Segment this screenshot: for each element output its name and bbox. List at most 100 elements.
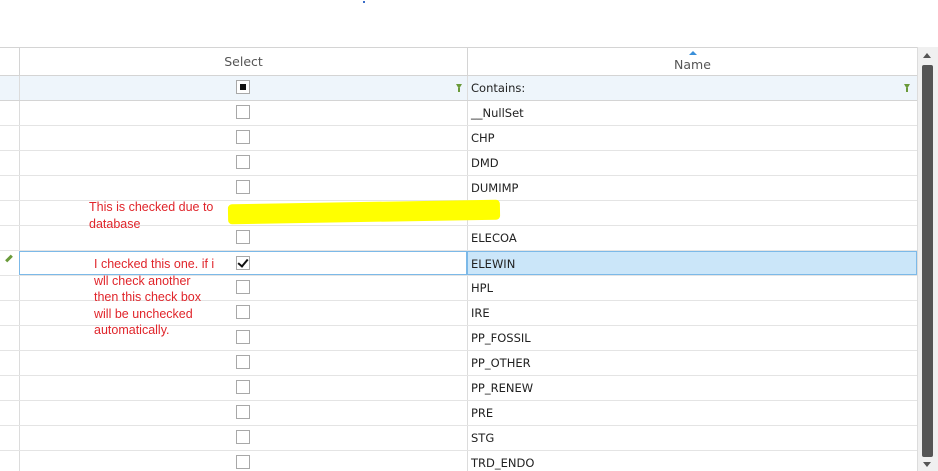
- row-checkbox[interactable]: [236, 330, 250, 344]
- select-cell: [19, 351, 467, 375]
- name-cell-text: ELECOA: [471, 231, 517, 245]
- name-cell-text: ELEWIN: [471, 257, 516, 271]
- select-cell: [19, 276, 467, 300]
- select-all-checkbox[interactable]: [236, 80, 250, 94]
- name-cell-text: __NullSet: [471, 106, 524, 120]
- name-cell[interactable]: DMD: [467, 151, 917, 175]
- edit-pencil-icon: [5, 254, 13, 263]
- grid-header: Select Name: [0, 47, 917, 76]
- table-row[interactable]: STG: [0, 426, 917, 451]
- name-cell-text: PRE: [471, 406, 494, 420]
- name-header-label: Name: [674, 57, 711, 72]
- name-cell-text: STG: [471, 431, 495, 445]
- name-cell[interactable]: HPL: [467, 276, 917, 300]
- row-indicator: [0, 376, 19, 400]
- select-column-header[interactable]: Select: [19, 48, 467, 76]
- name-cell-text: PP_OTHER: [471, 356, 531, 370]
- select-filter-funnel-icon[interactable]: [456, 84, 462, 92]
- select-cell: [19, 151, 467, 175]
- name-cell-text: PP_RENEW: [471, 381, 534, 395]
- name-cell[interactable]: PP_FOSSIL: [467, 326, 917, 350]
- name-cell-text: CHP: [471, 131, 495, 145]
- name-cell[interactable]: IRE: [467, 301, 917, 325]
- scroll-down-arrow-icon[interactable]: [923, 462, 931, 467]
- table-row[interactable]: CHP: [0, 126, 917, 151]
- row-indicator: [0, 451, 19, 471]
- table-row[interactable]: DUMIMP: [0, 176, 917, 201]
- row-indicator: [0, 251, 19, 275]
- select-cell: [19, 426, 467, 450]
- table-row[interactable]: PRE: [0, 401, 917, 426]
- row-checkbox[interactable]: [236, 380, 250, 394]
- row-checkbox[interactable]: [236, 430, 250, 444]
- scrollbar-thumb[interactable]: [922, 65, 933, 457]
- name-cell[interactable]: PRE: [467, 401, 917, 425]
- select-cell: [19, 401, 467, 425]
- name-cell-text: TRD_ENDO: [471, 456, 535, 470]
- name-cell[interactable]: PP_OTHER: [467, 351, 917, 375]
- select-cell: [19, 451, 467, 471]
- scroll-up-arrow-icon[interactable]: [923, 53, 931, 58]
- row-indicator: [0, 101, 19, 125]
- row-checkbox[interactable]: [236, 405, 250, 419]
- name-cell-text: HPL: [471, 281, 493, 295]
- name-cell[interactable]: __NullSet: [467, 101, 917, 125]
- select-cell: [19, 326, 467, 350]
- select-cell: [19, 301, 467, 325]
- name-filter-funnel-icon[interactable]: [904, 84, 910, 92]
- row-indicator: [0, 401, 19, 425]
- row-checkbox[interactable]: [236, 230, 250, 244]
- name-filter-cell[interactable]: Contains:: [467, 76, 917, 100]
- name-cell[interactable]: ELECOA: [467, 226, 917, 250]
- row-checkbox[interactable]: [236, 155, 250, 169]
- row-checkbox[interactable]: [236, 105, 250, 119]
- name-cell-text: IRE: [471, 306, 490, 320]
- select-cell: [19, 376, 467, 400]
- row-indicator: [0, 276, 19, 300]
- row-indicator: [0, 426, 19, 450]
- select-filter-cell: [19, 76, 467, 100]
- name-cell[interactable]: DUMIMP: [467, 176, 917, 200]
- row-indicator-header: [0, 48, 19, 76]
- row-indicator: [0, 151, 19, 175]
- row-indicator: [0, 326, 19, 350]
- row-checkbox[interactable]: [236, 130, 250, 144]
- name-cell-text: DUMIMP: [471, 181, 519, 195]
- name-cell[interactable]: TRD_ENDO: [467, 451, 917, 471]
- name-cell[interactable]: PP_RENEW: [467, 376, 917, 400]
- name-cell-text: PP_FOSSIL: [471, 331, 531, 345]
- filter-row-indicator: [0, 76, 19, 100]
- name-cell[interactable]: ELEWIN: [467, 251, 917, 275]
- name-filter-input[interactable]: Contains:: [471, 76, 525, 100]
- row-checkbox[interactable]: [236, 256, 250, 270]
- select-cell: [19, 251, 467, 275]
- select-cell: [19, 101, 467, 125]
- filter-row: Contains:: [0, 76, 917, 101]
- table-row[interactable]: TRD_ENDO: [0, 451, 917, 471]
- row-indicator: [0, 201, 19, 225]
- name-cell[interactable]: ELE: [467, 201, 917, 225]
- name-cell-text: DMD: [471, 156, 499, 170]
- table-row[interactable]: PP_OTHER: [0, 351, 917, 376]
- table-row[interactable]: __NullSet: [0, 101, 917, 126]
- row-checkbox[interactable]: [236, 455, 250, 469]
- row-indicator: [0, 226, 19, 250]
- table-row[interactable]: PP_RENEW: [0, 376, 917, 401]
- stray-dot: [363, 1, 365, 3]
- row-indicator: [0, 126, 19, 150]
- row-checkbox[interactable]: [236, 305, 250, 319]
- select-cell: [19, 226, 467, 250]
- row-checkbox[interactable]: [236, 355, 250, 369]
- select-header-label: Select: [224, 54, 263, 69]
- name-column-header[interactable]: Name: [467, 48, 917, 76]
- name-cell[interactable]: STG: [467, 426, 917, 450]
- vertical-scrollbar[interactable]: [917, 47, 938, 471]
- annotation-database: This is checked due to database: [89, 200, 214, 231]
- row-indicator: [0, 351, 19, 375]
- table-row[interactable]: DMD: [0, 151, 917, 176]
- row-indicator: [0, 301, 19, 325]
- sort-ascending-icon: [688, 51, 697, 55]
- row-checkbox[interactable]: [236, 280, 250, 294]
- name-cell[interactable]: CHP: [467, 126, 917, 150]
- row-checkbox[interactable]: [236, 180, 250, 194]
